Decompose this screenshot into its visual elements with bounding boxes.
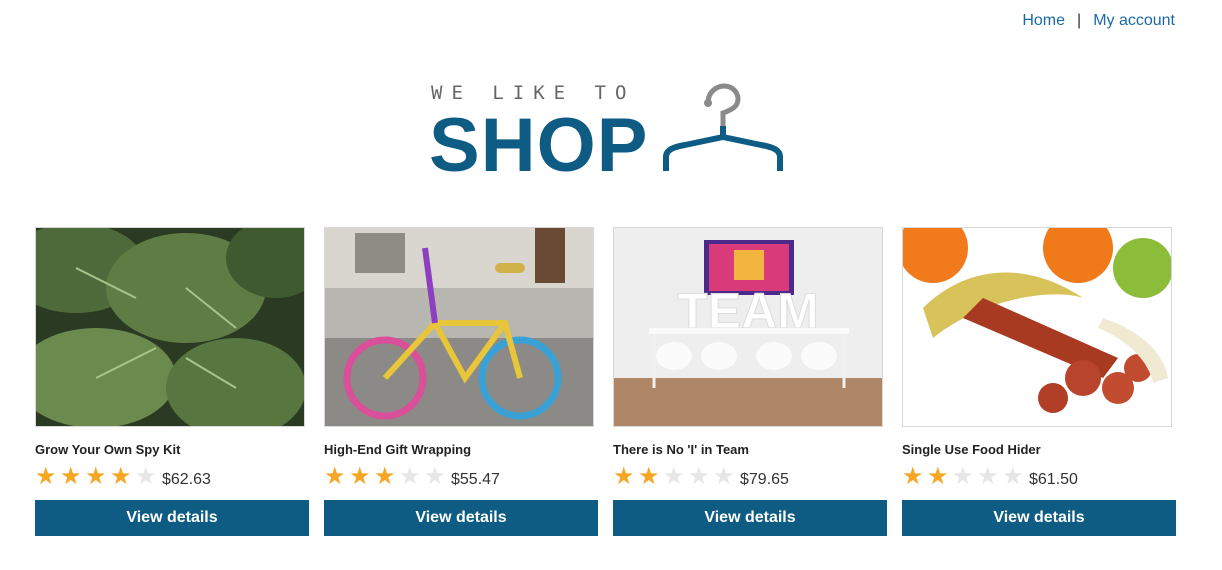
- product-price: $61.50: [1029, 471, 1078, 488]
- product-image[interactable]: [902, 227, 1172, 427]
- product-grid: Grow Your Own Spy Kit ★ ★ ★ ★ ★ $62.63 View d…: [35, 227, 1176, 536]
- product-name[interactable]: Single Use Food Hider: [902, 442, 1176, 458]
- product-price: $79.65: [740, 471, 789, 488]
- star-empty-icon: ★: [399, 463, 421, 490]
- star-empty-icon: ★: [977, 463, 999, 490]
- star-rating: ★ ★ ★ ★ ★ $79.65: [613, 463, 887, 491]
- star-filled-icon: ★: [902, 463, 924, 490]
- leaves-photo: [36, 228, 304, 426]
- view-details-button[interactable]: View details: [613, 500, 887, 536]
- star-filled-icon: ★: [927, 463, 949, 490]
- star-empty-icon: ★: [1002, 463, 1024, 490]
- star-filled-icon: ★: [613, 463, 635, 490]
- star-filled-icon: ★: [349, 463, 371, 490]
- star-empty-icon: ★: [663, 463, 685, 490]
- product-card: TEAM There is No 'I' in Team ★ ★ ★ ★ ★ $79.65…: [613, 227, 887, 536]
- view-details-button[interactable]: View details: [902, 500, 1176, 536]
- team-room-photo: TEAM: [614, 228, 882, 426]
- product-name[interactable]: Grow Your Own Spy Kit: [35, 442, 309, 458]
- star-filled-icon: ★: [324, 463, 346, 490]
- star-filled-icon: ★: [374, 463, 396, 490]
- product-card: High-End Gift Wrapping ★ ★ ★ ★ ★ $55.47 View …: [324, 227, 598, 536]
- star-empty-icon: ★: [135, 463, 157, 490]
- product-price: $55.47: [451, 471, 500, 488]
- site-logo[interactable]: WE LIKE TO SHOP: [429, 80, 789, 188]
- my-account-link[interactable]: My account: [1093, 12, 1175, 30]
- nav-separator: |: [1077, 12, 1082, 29]
- top-navigation: Home | My account: [1022, 12, 1175, 30]
- view-details-button[interactable]: View details: [35, 500, 309, 536]
- product-price: $62.63: [162, 471, 211, 488]
- star-filled-icon: ★: [85, 463, 107, 490]
- star-rating: ★ ★ ★ ★ ★ $62.63: [35, 463, 309, 491]
- star-rating: ★ ★ ★ ★ ★ $55.47: [324, 463, 598, 491]
- product-name[interactable]: There is No 'I' in Team: [613, 442, 887, 458]
- banana-sausage-photo: [903, 228, 1171, 426]
- star-filled-icon: ★: [110, 463, 132, 490]
- star-empty-icon: ★: [688, 463, 710, 490]
- product-image[interactable]: [324, 227, 594, 427]
- product-card: Single Use Food Hider ★ ★ ★ ★ ★ $61.50 View d…: [902, 227, 1176, 536]
- product-image[interactable]: TEAM: [613, 227, 883, 427]
- star-empty-icon: ★: [952, 463, 974, 490]
- star-empty-icon: ★: [713, 463, 735, 490]
- star-empty-icon: ★: [424, 463, 446, 490]
- product-name[interactable]: High-End Gift Wrapping: [324, 442, 598, 458]
- bicycle-photo: [325, 228, 593, 426]
- product-card: Grow Your Own Spy Kit ★ ★ ★ ★ ★ $62.63 View d…: [35, 227, 309, 536]
- star-filled-icon: ★: [60, 463, 82, 490]
- logo-wordmark: SHOP: [429, 103, 649, 188]
- star-rating: ★ ★ ★ ★ ★ $61.50: [902, 463, 1176, 491]
- hanger-icon: [663, 83, 783, 171]
- view-details-button[interactable]: View details: [324, 500, 598, 536]
- star-filled-icon: ★: [638, 463, 660, 490]
- star-filled-icon: ★: [35, 463, 57, 490]
- home-link[interactable]: Home: [1022, 12, 1065, 30]
- product-image[interactable]: [35, 227, 305, 427]
- logo-tagline: WE LIKE TO: [431, 82, 636, 104]
